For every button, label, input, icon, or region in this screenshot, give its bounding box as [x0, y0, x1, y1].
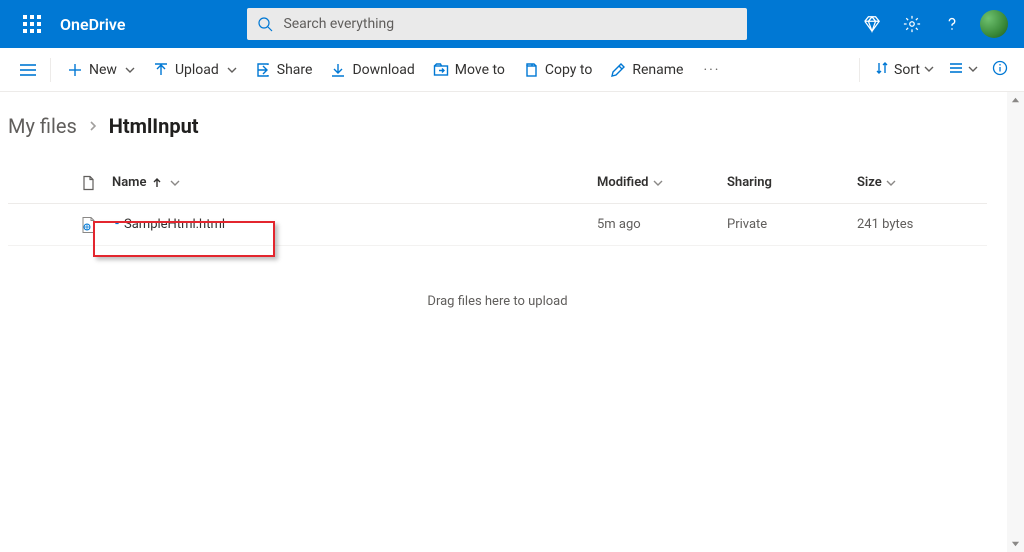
search-icon — [257, 16, 273, 32]
new-button[interactable]: New — [59, 54, 143, 86]
copy-to-label: Copy to — [545, 62, 592, 78]
sort-label: Sort — [894, 62, 920, 78]
help-icon[interactable] — [932, 0, 972, 48]
share-label: Share — [277, 62, 313, 78]
move-to-icon — [433, 62, 449, 78]
content-scroll-area: My files HtmlInput Name Modified — [0, 92, 1024, 552]
sort-icon — [874, 60, 890, 80]
column-header-name[interactable]: Name — [112, 175, 597, 190]
avatar[interactable] — [980, 10, 1008, 38]
list-header-row: Name Modified Sharing Size — [8, 162, 987, 204]
download-icon — [330, 62, 346, 78]
file-size: 241 bytes — [857, 217, 987, 232]
column-name-label: Name — [112, 175, 146, 190]
file-modified: 5m ago — [597, 217, 727, 232]
move-to-label: Move to — [455, 62, 505, 78]
nav-toggle-icon[interactable] — [14, 54, 42, 86]
file-sharing: Private — [727, 217, 857, 232]
new-indicator-icon — [112, 220, 122, 230]
breadcrumb-current: HtmlInput — [109, 114, 199, 138]
chevron-down-icon — [227, 65, 237, 75]
column-sharing-label: Sharing — [727, 175, 772, 190]
upload-label: Upload — [175, 62, 219, 78]
rename-icon — [610, 62, 626, 78]
divider — [859, 58, 860, 82]
upload-button[interactable]: Upload — [145, 54, 245, 86]
move-to-button[interactable]: Move to — [425, 54, 513, 86]
column-modified-label: Modified — [597, 175, 649, 190]
plus-icon — [67, 62, 83, 78]
chevron-down-icon — [886, 178, 896, 188]
column-header-sharing[interactable]: Sharing — [727, 175, 857, 190]
upload-icon — [153, 62, 169, 78]
chevron-right-icon — [87, 120, 99, 132]
scrollbar[interactable] — [1007, 92, 1024, 552]
waffle-icon[interactable] — [8, 0, 56, 48]
table-row[interactable]: SampleHtml.html 5m ago Private 241 bytes — [8, 204, 987, 246]
file-name-text: SampleHtml.html — [124, 217, 225, 232]
column-header-modified[interactable]: Modified — [597, 175, 727, 190]
filetype-column-icon[interactable] — [64, 175, 112, 191]
sort-asc-icon — [152, 178, 162, 188]
copy-to-button[interactable]: Copy to — [515, 54, 600, 86]
info-icon — [992, 60, 1008, 80]
search-placeholder: Search everything — [283, 16, 394, 32]
download-label: Download — [352, 62, 414, 78]
file-name[interactable]: SampleHtml.html — [112, 217, 225, 232]
breadcrumb: My files HtmlInput — [8, 102, 987, 162]
brand-title[interactable]: OneDrive — [56, 15, 137, 34]
column-size-label: Size — [857, 175, 882, 190]
chevron-down-icon — [968, 62, 978, 78]
more-actions-icon[interactable]: ··· — [693, 54, 730, 86]
chevron-down-icon — [170, 178, 180, 188]
column-header-size[interactable]: Size — [857, 175, 987, 190]
info-button[interactable] — [986, 54, 1014, 86]
scroll-down-icon[interactable] — [1007, 535, 1024, 552]
drop-files-hint: Drag files here to upload — [8, 246, 987, 357]
chevron-down-icon — [125, 65, 135, 75]
rename-label: Rename — [632, 62, 683, 78]
settings-icon[interactable] — [892, 0, 932, 48]
download-button[interactable]: Download — [322, 54, 422, 86]
sort-button[interactable]: Sort — [868, 54, 940, 86]
share-icon — [255, 62, 271, 78]
view-icon — [948, 60, 964, 80]
share-button[interactable]: Share — [247, 54, 321, 86]
search-input[interactable]: Search everything — [247, 8, 747, 40]
file-list: Name Modified Sharing Size — [8, 162, 987, 246]
app-header: OneDrive Search everything — [0, 0, 1024, 48]
html-file-icon — [79, 216, 97, 234]
scroll-up-icon[interactable] — [1007, 92, 1024, 109]
chevron-down-icon — [653, 178, 663, 188]
divider — [50, 58, 51, 82]
breadcrumb-root[interactable]: My files — [8, 114, 77, 138]
rename-button[interactable]: Rename — [602, 54, 691, 86]
view-button[interactable] — [942, 54, 984, 86]
chevron-down-icon — [924, 62, 934, 78]
command-bar: New Upload Share Download Move to Copy t… — [0, 48, 1024, 92]
premium-icon[interactable] — [852, 0, 892, 48]
new-label: New — [89, 62, 117, 78]
copy-to-icon — [523, 62, 539, 78]
